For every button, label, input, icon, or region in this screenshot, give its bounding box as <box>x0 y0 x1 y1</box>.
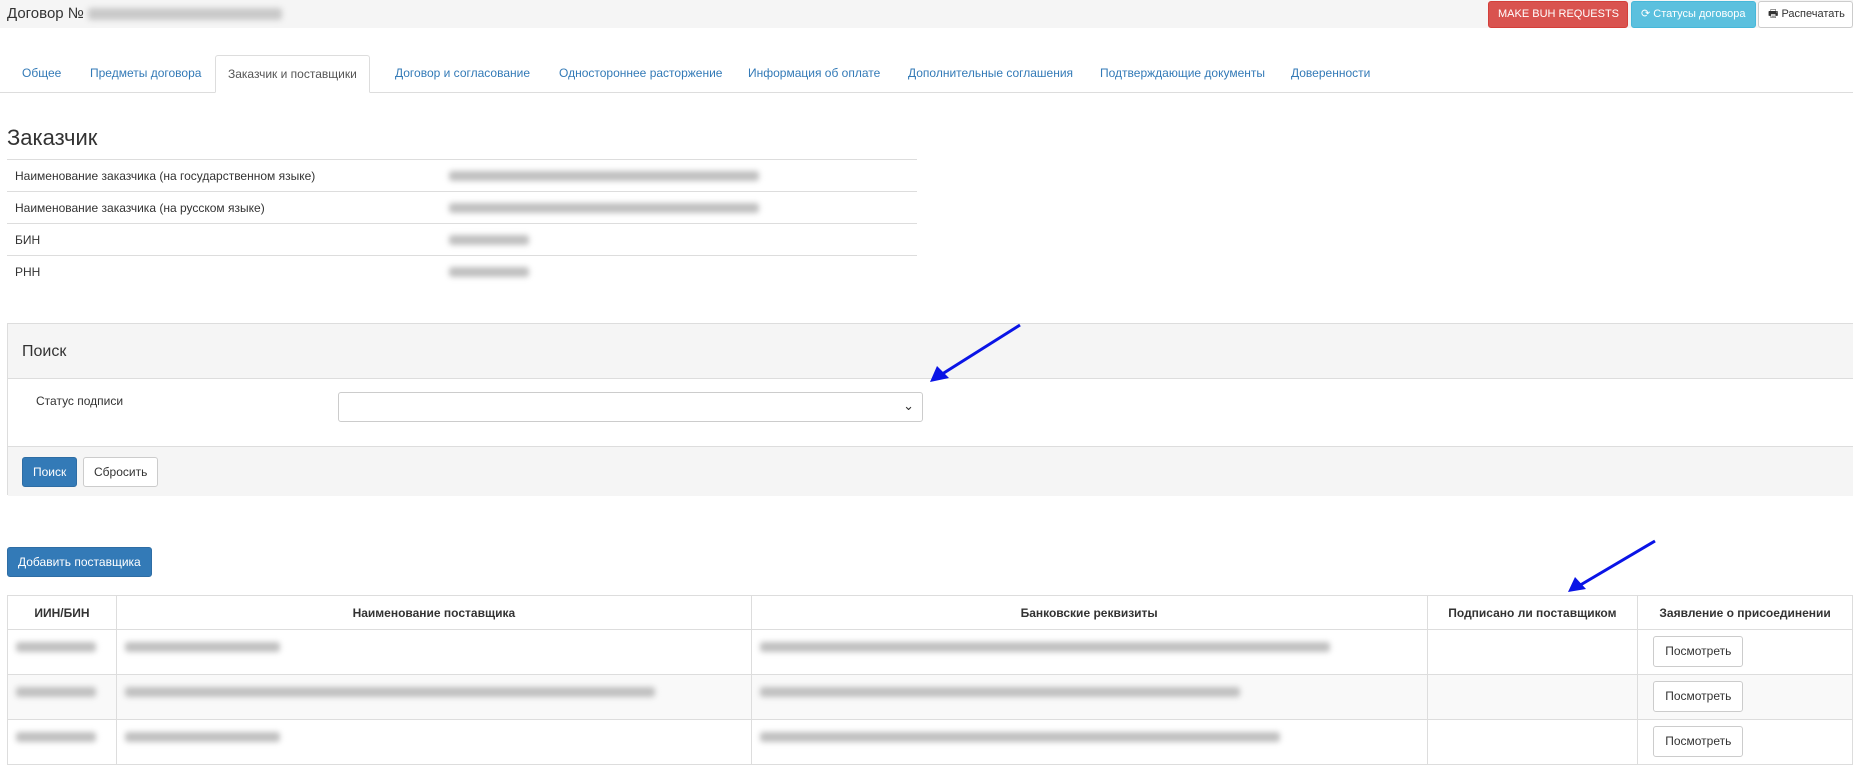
contract-label: Договор № <box>7 5 84 22</box>
search-panel: Поиск Статус подписи ⌄ Поиск Сбросить <box>7 323 1853 496</box>
customer-row: Наименование заказчика (на русском языке… <box>7 191 917 224</box>
supplier-name-cell <box>115 719 752 765</box>
supplier-name-cell <box>115 629 752 675</box>
tab-supporting-documents[interactable]: Подтверждающие документы <box>1088 55 1277 92</box>
redacted-value <box>124 687 655 697</box>
customer-row-label: РНН <box>7 255 449 287</box>
view-button[interactable]: Посмотреть <box>1653 636 1744 667</box>
column-header-accession-statement: Заявление о присоединении <box>1637 595 1853 630</box>
signature-status-select[interactable]: ⌄ <box>338 392 923 422</box>
redacted-value <box>124 732 280 742</box>
bank-details-cell <box>750 629 1428 675</box>
bank-details-cell <box>750 674 1428 720</box>
bank-details-cell <box>750 719 1428 765</box>
view-button[interactable]: Посмотреть <box>1653 681 1744 712</box>
column-header-bank-details: Банковские реквизиты <box>750 595 1428 630</box>
column-header-signed: Подписано ли поставщиком <box>1426 595 1639 630</box>
contract-statuses-label: Статусы договора <box>1653 8 1746 20</box>
view-button[interactable]: Посмотреть <box>1653 726 1744 757</box>
redacted-value <box>124 642 280 652</box>
redacted-value <box>449 203 759 214</box>
print-icon: 🖶 <box>1768 8 1779 20</box>
print-label: Распечатать <box>1781 8 1845 20</box>
search-panel-heading: Поиск <box>8 324 1853 379</box>
customer-row-label: Наименование заказчика (на государственн… <box>7 159 449 192</box>
redacted-value <box>16 687 96 697</box>
tab-additional-agreements[interactable]: Дополнительные соглашения <box>896 55 1085 92</box>
contract-number-redacted <box>87 8 282 21</box>
search-button[interactable]: Поиск <box>22 457 78 487</box>
redacted-value <box>759 687 1240 697</box>
accession-cell: Посмотреть <box>1637 674 1853 720</box>
redacted-value <box>449 267 529 278</box>
tab-contract-approval[interactable]: Договор и согласование <box>383 55 542 92</box>
table-row: Посмотреть <box>7 719 1853 765</box>
iin-bin-cell <box>7 629 117 675</box>
search-panel-footer: Поиск Сбросить <box>8 446 1853 496</box>
customer-row-value <box>449 159 917 192</box>
customer-info-table: Наименование заказчика (на государственн… <box>7 159 917 287</box>
signed-cell <box>1426 629 1639 675</box>
iin-bin-cell <box>7 674 117 720</box>
tabs-bar: Общее Предметы договора Заказчик и поста… <box>0 55 1853 93</box>
table-header-row: ИИН/БИН Наименование поставщика Банковск… <box>7 595 1853 630</box>
redacted-value <box>449 235 529 246</box>
tab-payment-info[interactable]: Информация об оплате <box>736 55 892 92</box>
iin-bin-cell <box>7 719 117 765</box>
tab-unilateral-termination[interactable]: Одностороннее расторжение <box>547 55 734 92</box>
customer-row: БИН <box>7 223 917 256</box>
column-header-iin-bin: ИИН/БИН <box>7 595 117 630</box>
reset-button[interactable]: Сбросить <box>83 457 159 487</box>
customer-row-label: БИН <box>7 223 449 256</box>
tab-general[interactable]: Общее <box>10 55 73 92</box>
suppliers-table: ИИН/БИН Наименование поставщика Банковск… <box>7 595 1853 765</box>
make-buh-requests-button[interactable]: MAKE BUH REQUESTS <box>1488 1 1628 28</box>
contract-statuses-button[interactable]: ⟳ Статусы договора <box>1631 1 1756 28</box>
chevron-down-icon: ⌄ <box>903 398 914 413</box>
customer-row-label: Наименование заказчика (на русском языке… <box>7 191 449 224</box>
table-row: Посмотреть <box>7 674 1853 720</box>
print-button[interactable]: 🖶 Распечатать <box>1758 1 1853 28</box>
customer-heading: Заказчик <box>7 125 98 150</box>
redacted-value <box>16 642 96 652</box>
redacted-value <box>759 732 1280 742</box>
supplier-name-cell <box>115 674 752 720</box>
tab-customer-suppliers[interactable]: Заказчик и поставщики <box>215 55 370 93</box>
redacted-value <box>449 171 759 182</box>
tab-contract-items[interactable]: Предметы договора <box>78 55 213 92</box>
add-supplier-button[interactable]: Добавить поставщика <box>7 547 152 577</box>
refresh-icon: ⟳ <box>1641 8 1651 20</box>
signature-status-label: Статус подписи <box>36 394 124 408</box>
customer-row-value <box>449 255 917 287</box>
customer-row-value <box>449 191 917 224</box>
contract-title: Договор № <box>7 5 282 22</box>
signed-cell <box>1426 719 1639 765</box>
annotation-arrow-icon <box>1568 539 1656 592</box>
customer-row: РНН <box>7 255 917 287</box>
redacted-value <box>16 732 96 742</box>
column-header-supplier-name: Наименование поставщика <box>115 595 752 630</box>
signed-cell <box>1426 674 1639 720</box>
redacted-value <box>759 642 1330 652</box>
table-row: Посмотреть <box>7 629 1853 675</box>
tab-powers-of-attorney[interactable]: Доверенности <box>1279 55 1382 92</box>
customer-row: Наименование заказчика (на государственн… <box>7 159 917 192</box>
accession-cell: Посмотреть <box>1637 629 1853 675</box>
accession-cell: Посмотреть <box>1637 719 1853 765</box>
customer-row-value <box>449 223 917 256</box>
